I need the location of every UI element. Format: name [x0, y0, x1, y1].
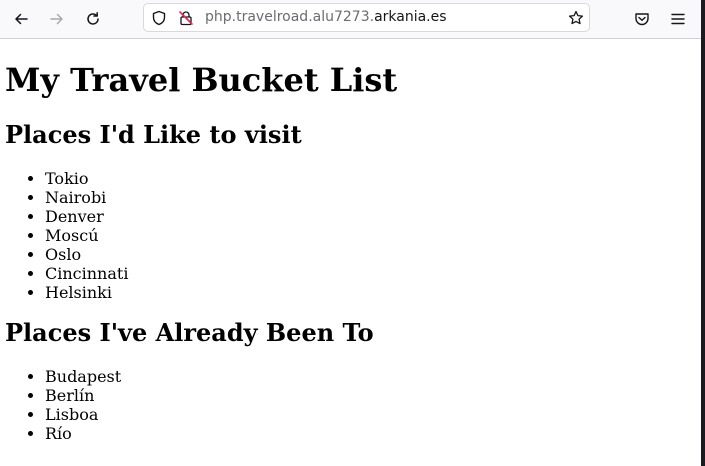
list-item: Moscú [45, 226, 696, 245]
list-item: Cincinnati [45, 264, 696, 283]
page-content: My Travel Bucket List Places I'd Like to… [0, 39, 701, 466]
list-item: Denver [45, 207, 696, 226]
forward-button[interactable] [42, 4, 72, 34]
wishlist-heading: Places I'd Like to visit [5, 120, 302, 149]
list-item: Helsinki [45, 283, 696, 302]
hamburger-menu-icon [671, 13, 685, 25]
insecure-lock-icon[interactable] [178, 10, 194, 26]
url-domain: arkania.es [374, 9, 447, 25]
list-item: Tokio [45, 169, 696, 188]
bookmark-star-icon[interactable] [568, 10, 584, 26]
list-item: Oslo [45, 245, 696, 264]
url-subdomain: php.travelroad.alu7273. [205, 9, 375, 25]
list-item: Nairobi [45, 188, 696, 207]
browser-toolbar: php.travelroad.alu7273.arkania.es [0, 0, 701, 39]
arrow-right-icon [50, 13, 63, 25]
list-item: Budapest [45, 367, 696, 386]
pocket-button[interactable] [627, 4, 657, 34]
arrow-left-icon [15, 13, 28, 25]
list-item: Berlín [45, 386, 696, 405]
url-text[interactable]: php.travelroad.alu7273.arkania.es [205, 4, 447, 31]
window-edge [701, 0, 705, 466]
pocket-icon [635, 13, 649, 26]
list-item: Río [45, 424, 696, 443]
reload-icon [87, 12, 99, 25]
visited-heading: Places I've Already Been To [5, 318, 374, 347]
list-item: Lisboa [45, 405, 696, 424]
wishlist: Tokio Nairobi Denver Moscú Oslo Cincinna… [5, 169, 696, 302]
address-bar[interactable]: php.travelroad.alu7273.arkania.es [143, 3, 590, 32]
shield-icon[interactable] [151, 10, 167, 26]
menu-button[interactable] [663, 4, 693, 34]
page-title: My Travel Bucket List [5, 61, 398, 99]
visited-list: Budapest Berlín Lisboa Río [5, 367, 696, 443]
reload-button[interactable] [78, 4, 108, 34]
back-button[interactable] [6, 4, 36, 34]
